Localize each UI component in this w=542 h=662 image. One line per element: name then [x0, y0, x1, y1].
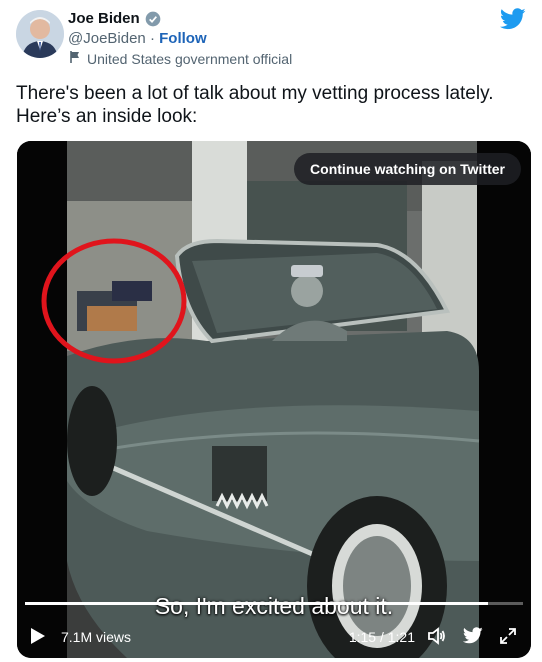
- progress-bar[interactable]: [25, 602, 523, 605]
- tweet-text: There's been a lot of talk about my vett…: [16, 83, 494, 127]
- video-controls: 7.1M views 1:15 / 1:21: [17, 624, 531, 650]
- author-handle[interactable]: @JoeBiden: [68, 30, 146, 47]
- video-player[interactable]: Continue watching on Twitter So, I'm exc…: [17, 141, 531, 658]
- twitter-bird-icon[interactable]: [499, 8, 526, 30]
- video-caption: So, I'm excited about it.: [154, 593, 394, 619]
- progress-fill: [25, 602, 489, 605]
- follow-button[interactable]: Follow: [159, 30, 207, 47]
- expand-icon[interactable]: [499, 627, 517, 645]
- flag-icon: [68, 50, 82, 67]
- tweet-header: Joe Biden @JoeBiden · Follow United Stat…: [16, 8, 526, 68]
- video-frame: [17, 141, 531, 658]
- volume-icon[interactable]: [427, 626, 447, 646]
- verified-badge-icon: [145, 11, 161, 27]
- video-time: 1:15 / 1:21: [348, 629, 415, 645]
- author-name[interactable]: Joe Biden: [68, 10, 140, 27]
- twitter-bird-icon[interactable]: [462, 627, 483, 645]
- play-icon[interactable]: [31, 628, 45, 644]
- view-count: 7.1M views: [61, 629, 132, 645]
- separator-dot: ·: [149, 30, 155, 47]
- continue-watching-button[interactable]: Continue watching on Twitter: [294, 153, 521, 185]
- avatar[interactable]: [16, 10, 64, 58]
- government-label: United States government official: [87, 50, 293, 67]
